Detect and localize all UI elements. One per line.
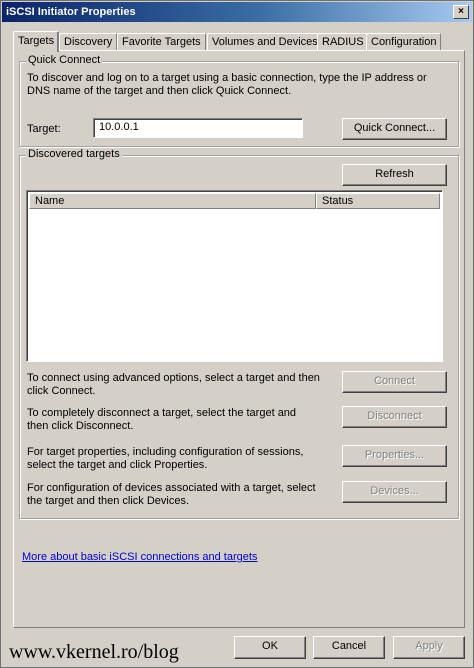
devices-help-line2: the target and then click Devices. bbox=[27, 495, 190, 507]
watermark-text: www.vkernel.ro/blog bbox=[9, 641, 179, 663]
tab-discovery[interactable]: Discovery bbox=[59, 33, 118, 51]
cancel-button[interactable]: Cancel bbox=[313, 636, 385, 659]
disconnect-button[interactable]: Disconnect bbox=[342, 406, 447, 428]
tab-favorite-targets[interactable]: Favorite Targets bbox=[117, 33, 206, 51]
connect-help-line2: click Connect. bbox=[27, 385, 96, 397]
discovered-targets-group: Discovered targets Refresh Name Status T… bbox=[19, 148, 459, 519]
refresh-button[interactable]: Refresh bbox=[342, 164, 447, 186]
window-title: iSCSI Initiator Properties bbox=[6, 6, 136, 18]
devices-help-line1: For configuration of devices associated … bbox=[27, 482, 316, 494]
column-header-status[interactable]: Status bbox=[316, 193, 440, 209]
properties-button[interactable]: Properties... bbox=[342, 445, 447, 467]
tab-targets[interactable]: Targets bbox=[13, 31, 60, 52]
quick-connect-description-line2: DNS name of the target and then click Qu… bbox=[27, 85, 292, 97]
targets-panel: Quick Connect To discover and log on to … bbox=[13, 50, 465, 628]
quick-connect-group: Quick Connect To discover and log on to … bbox=[19, 54, 459, 147]
connect-help-line1: To connect using advanced options, selec… bbox=[27, 372, 320, 384]
apply-button[interactable]: Apply bbox=[393, 636, 465, 659]
discovered-targets-label: Discovered targets bbox=[26, 148, 122, 160]
tab-volumes-and-devices[interactable]: Volumes and Devices bbox=[207, 33, 323, 51]
disconnect-help-line2: then click Disconnect. bbox=[27, 420, 134, 432]
tab-radius[interactable]: RADIUS bbox=[317, 33, 369, 51]
properties-help-line1: For target properties, including configu… bbox=[27, 446, 304, 458]
close-icon[interactable]: × bbox=[453, 5, 469, 19]
quick-connect-button[interactable]: Quick Connect... bbox=[342, 118, 447, 140]
quick-connect-label: Quick Connect bbox=[26, 54, 103, 66]
devices-button[interactable]: Devices... bbox=[342, 481, 447, 503]
help-link[interactable]: More about basic iSCSI connections and t… bbox=[22, 551, 257, 563]
tab-configuration[interactable]: Configuration bbox=[366, 33, 442, 51]
dialog-window: iSCSI Initiator Properties × Targets Dis… bbox=[0, 0, 474, 668]
disconnect-help-line1: To completely disconnect a target, selec… bbox=[27, 407, 297, 419]
targets-listview[interactable]: Name Status bbox=[26, 190, 443, 362]
ok-button[interactable]: OK bbox=[234, 636, 306, 659]
title-bar[interactable]: iSCSI Initiator Properties × bbox=[2, 2, 472, 22]
properties-help-line2: select the target and click Properties. bbox=[27, 459, 208, 471]
quick-connect-description-line1: To discover and log on to a target using… bbox=[27, 72, 427, 84]
column-header-name[interactable]: Name bbox=[29, 193, 316, 209]
connect-button[interactable]: Connect bbox=[342, 371, 447, 393]
target-label: Target: bbox=[27, 123, 61, 135]
target-input[interactable]: 10.0.0.1 bbox=[93, 118, 303, 138]
